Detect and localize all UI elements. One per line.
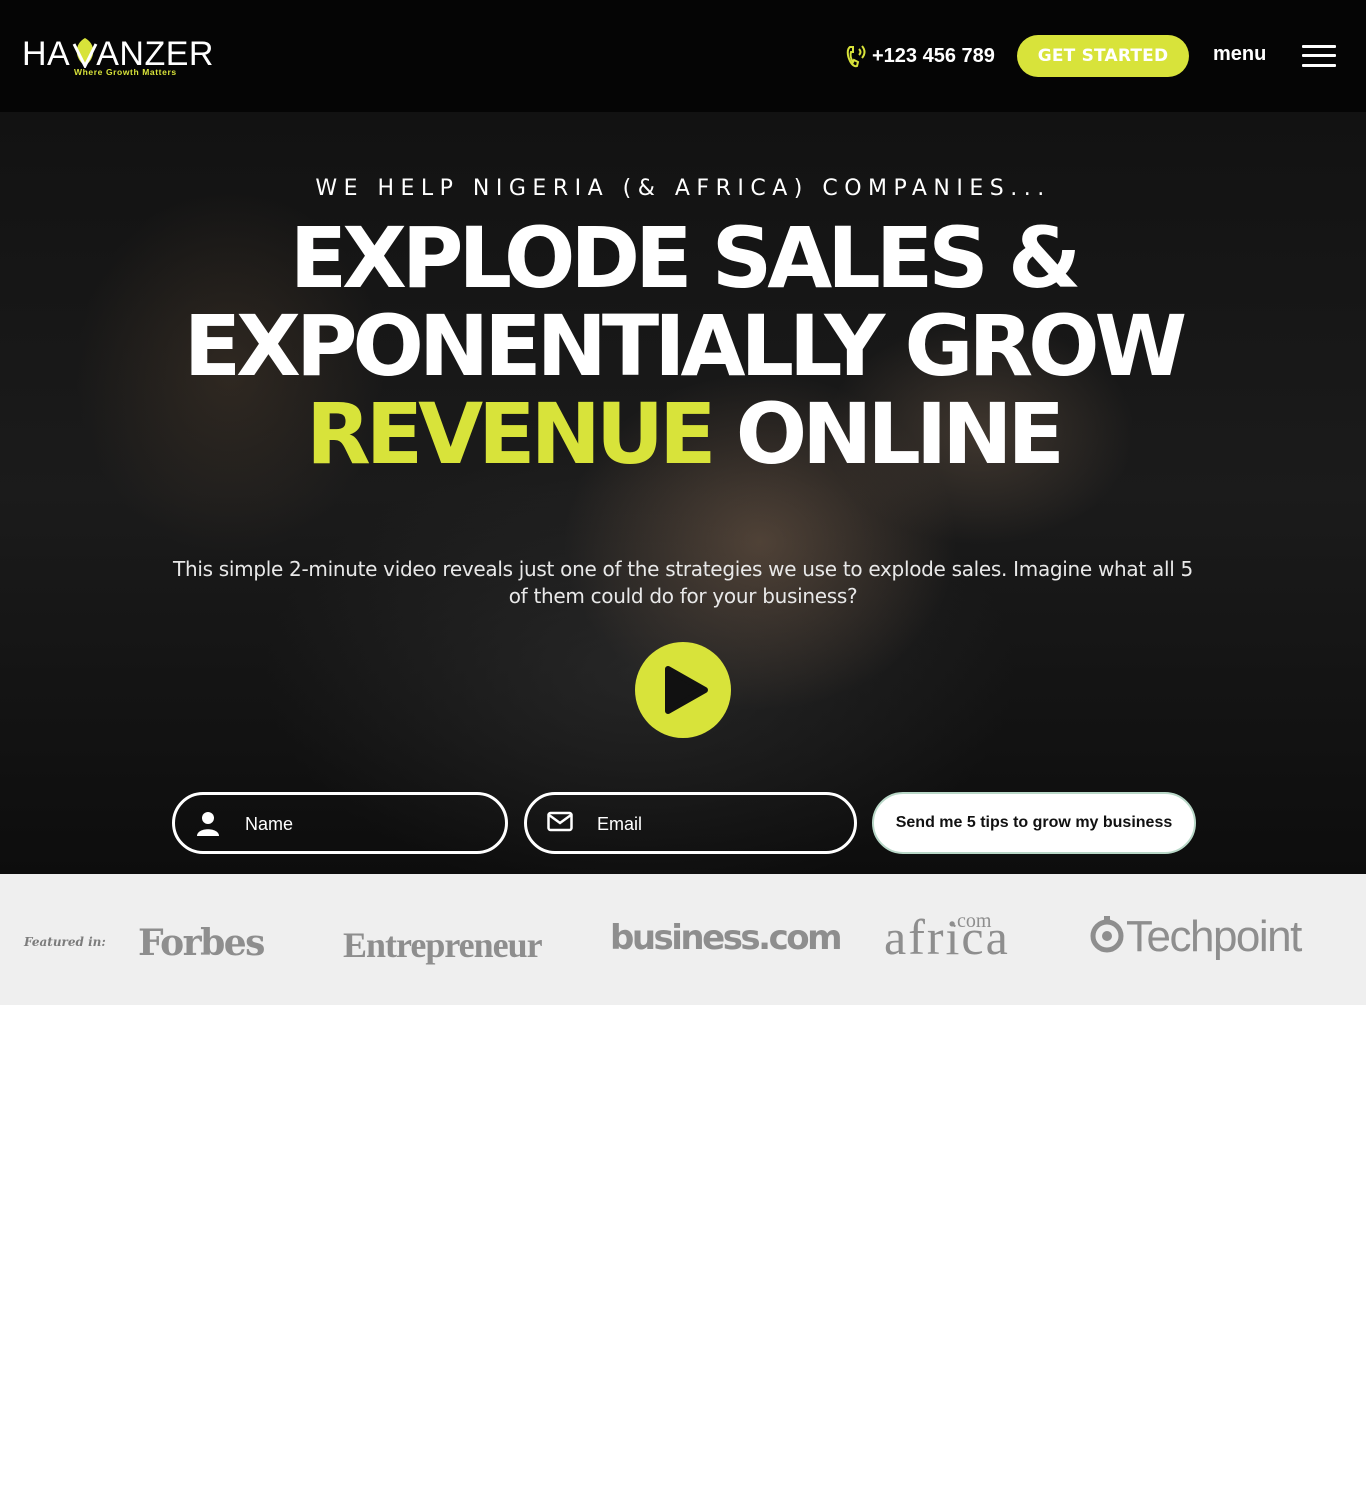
- africa-com-suffix: .com: [952, 910, 992, 932]
- email-input[interactable]: [595, 809, 839, 839]
- play-video-button[interactable]: [635, 642, 731, 738]
- techpoint-logo: Techpoint: [1126, 912, 1302, 961]
- techpoint-icon: [1090, 916, 1124, 953]
- entrepreneur-logo: Entrepreneur: [343, 925, 543, 965]
- featured-in-strip: Featured in: Forbes Entrepreneur busines…: [0, 874, 1366, 1005]
- logo-text-left: HA: [22, 35, 71, 73]
- play-icon: [665, 666, 708, 714]
- site-header: HA ANZER Where Growth Matters +123 456 78…: [0, 0, 1366, 112]
- headline-line-1: EXPLODE SALES &: [289, 209, 1081, 307]
- logo[interactable]: HA ANZER Where Growth Matters: [22, 34, 213, 82]
- phone-icon: [846, 45, 866, 68]
- headline-line-2: EXPONENTIALLY GROW: [183, 297, 1187, 395]
- leaf-icon: [72, 38, 98, 68]
- user-icon: [197, 812, 219, 836]
- forbes-logo: Forbes: [138, 922, 265, 964]
- phone-number: +123 456 789: [872, 44, 995, 67]
- hero-kicker: WE HELP NIGERIA (& AFRICA) COMPANIES...: [315, 176, 1051, 201]
- headline-line-3: REVENUE ONLINE: [0, 390, 1366, 478]
- menu-label[interactable]: menu: [1213, 43, 1266, 66]
- email-field[interactable]: [524, 792, 857, 854]
- hero-headline: EXPLODE SALES & EXPONENTIALLY GROW REVEN…: [0, 214, 1366, 478]
- name-input[interactable]: [243, 809, 487, 839]
- business-com-logo: business.com: [610, 918, 843, 958]
- phone-link[interactable]: +123 456 789: [844, 42, 995, 70]
- headline-accent: REVENUE: [306, 385, 716, 483]
- envelope-icon: [547, 811, 573, 832]
- send-tips-button[interactable]: Send me 5 tips to grow my business: [872, 792, 1196, 854]
- logo-tagline: Where Growth Matters: [74, 67, 177, 77]
- name-field[interactable]: [172, 792, 508, 854]
- hero-subtext: This simple 2-minute video reveals just …: [173, 557, 1193, 608]
- hamburger-menu-icon[interactable]: [1302, 45, 1336, 67]
- get-started-button[interactable]: GET STARTED: [1017, 35, 1189, 77]
- hero-section: WE HELP NIGERIA (& AFRICA) COMPANIES... …: [0, 112, 1366, 874]
- headline-line-3-rest: ONLINE: [735, 385, 1065, 483]
- featured-label: Featured in:: [24, 935, 106, 949]
